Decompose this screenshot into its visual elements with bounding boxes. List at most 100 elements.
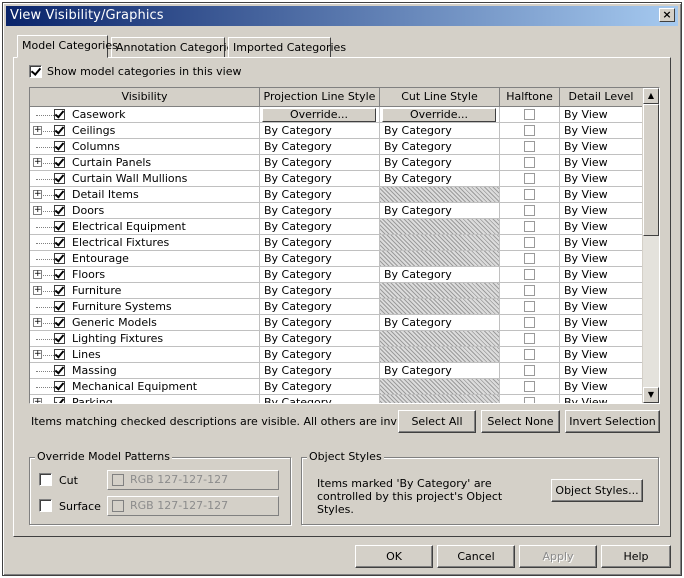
- projection-line-style-cell[interactable]: By Category: [260, 155, 380, 171]
- visibility-checkbox[interactable]: [54, 269, 65, 280]
- apply-button[interactable]: Apply: [519, 545, 597, 568]
- visibility-checkbox[interactable]: [54, 237, 65, 248]
- visibility-checkbox[interactable]: [54, 285, 65, 296]
- halftone-checkbox[interactable]: [524, 109, 535, 120]
- cut-line-style-cell[interactable]: By Category: [380, 267, 500, 283]
- column-header-visibility[interactable]: Visibility: [30, 88, 260, 107]
- category-row[interactable]: Furniture Systems By Category By View: [30, 299, 643, 315]
- expand-plus-icon[interactable]: +: [33, 158, 42, 167]
- cut-line-style-cell[interactable]: By Category: [380, 123, 500, 139]
- visibility-checkbox[interactable]: [54, 349, 65, 360]
- visibility-checkbox[interactable]: [54, 189, 65, 200]
- visibility-checkbox[interactable]: [54, 381, 65, 392]
- detail-level-cell[interactable]: By View: [560, 283, 643, 299]
- category-row[interactable]: Curtain Wall Mullions By Category By Categ…: [30, 171, 643, 187]
- cut-pattern-color[interactable]: RGB 127-127-127: [107, 470, 279, 490]
- halftone-checkbox[interactable]: [524, 301, 535, 312]
- projection-line-style-cell[interactable]: By Category: [260, 171, 380, 187]
- halftone-checkbox[interactable]: [524, 285, 535, 296]
- halftone-checkbox[interactable]: [524, 253, 535, 264]
- category-row[interactable]: Entourage By Category By View: [30, 251, 643, 267]
- projection-line-style-cell[interactable]: By Category: [260, 203, 380, 219]
- detail-level-cell[interactable]: By View: [560, 155, 643, 171]
- column-header-cut-line-style[interactable]: Cut Line Style: [380, 88, 500, 107]
- select-all-button[interactable]: Select All: [398, 410, 476, 433]
- category-row[interactable]: Electrical Equipment By Category By View: [30, 219, 643, 235]
- projection-line-style-cell[interactable]: By Category: [260, 219, 380, 235]
- halftone-checkbox[interactable]: [524, 317, 535, 328]
- detail-level-cell[interactable]: By View: [560, 379, 643, 395]
- close-button[interactable]: ×: [659, 8, 675, 22]
- visibility-checkbox[interactable]: [54, 157, 65, 168]
- detail-level-cell[interactable]: By View: [560, 203, 643, 219]
- category-row[interactable]: + Floors By Category By Category By View: [30, 267, 643, 283]
- halftone-checkbox[interactable]: [524, 333, 535, 344]
- visibility-checkbox[interactable]: [54, 397, 65, 403]
- halftone-checkbox[interactable]: [524, 189, 535, 200]
- category-row[interactable]: Lighting Fixtures By Category By View: [30, 331, 643, 347]
- halftone-checkbox[interactable]: [524, 173, 535, 184]
- visibility-checkbox[interactable]: [54, 365, 65, 376]
- expand-plus-icon[interactable]: +: [33, 126, 42, 135]
- select-none-button[interactable]: Select None: [481, 410, 560, 433]
- projection-line-style-cell[interactable]: By Category: [260, 315, 380, 331]
- visibility-checkbox[interactable]: [54, 205, 65, 216]
- projection-line-style-cell[interactable]: By Category: [260, 251, 380, 267]
- detail-level-cell[interactable]: By View: [560, 267, 643, 283]
- projection-line-style-cell[interactable]: By Category: [260, 139, 380, 155]
- detail-level-cell[interactable]: By View: [560, 315, 643, 331]
- category-row[interactable]: Electrical Fixtures By Category By View: [30, 235, 643, 251]
- visibility-checkbox[interactable]: [54, 333, 65, 344]
- detail-level-cell[interactable]: By View: [560, 139, 643, 155]
- detail-level-cell[interactable]: By View: [560, 331, 643, 347]
- expand-plus-icon[interactable]: +: [33, 206, 42, 215]
- halftone-checkbox[interactable]: [524, 157, 535, 168]
- cut-line-style-cell[interactable]: By Category: [380, 363, 500, 379]
- projection-override-button[interactable]: Override...: [262, 108, 376, 122]
- visibility-checkbox[interactable]: [54, 125, 65, 136]
- detail-level-cell[interactable]: By View: [560, 299, 643, 315]
- show-categories-checkbox[interactable]: [29, 65, 42, 78]
- visibility-checkbox[interactable]: [54, 253, 65, 264]
- cut-line-style-cell[interactable]: By Category: [380, 139, 500, 155]
- cancel-button[interactable]: Cancel: [437, 545, 515, 568]
- halftone-checkbox[interactable]: [524, 237, 535, 248]
- projection-line-style-cell[interactable]: By Category: [260, 379, 380, 395]
- projection-line-style-cell[interactable]: By Category: [260, 299, 380, 315]
- detail-level-cell[interactable]: By View: [560, 187, 643, 203]
- expand-plus-icon[interactable]: +: [33, 270, 42, 279]
- projection-line-style-cell[interactable]: By Category: [260, 283, 380, 299]
- scroll-up-arrow-icon[interactable]: ▲: [643, 88, 659, 104]
- tab-model-categories[interactable]: Model Categories: [17, 35, 118, 58]
- override-surface-checkbox[interactable]: [39, 499, 52, 512]
- tab-annotation-categories[interactable]: Annotation Categories: [111, 37, 239, 58]
- category-row[interactable]: Mechanical Equipment By Category By View: [30, 379, 643, 395]
- projection-line-style-cell[interactable]: By Category: [260, 347, 380, 363]
- help-button[interactable]: Help: [601, 545, 671, 568]
- category-row[interactable]: + Doors By Category By Category By View: [30, 203, 643, 219]
- cut-line-style-cell[interactable]: Override...: [380, 107, 500, 123]
- visibility-checkbox[interactable]: [54, 317, 65, 328]
- visibility-checkbox[interactable]: [54, 109, 65, 120]
- detail-level-cell[interactable]: By View: [560, 347, 643, 363]
- tab-imported-categories[interactable]: Imported Categories: [228, 37, 346, 58]
- visibility-checkbox[interactable]: [54, 301, 65, 312]
- object-styles-button[interactable]: Object Styles...: [551, 479, 643, 502]
- halftone-checkbox[interactable]: [524, 269, 535, 280]
- visibility-checkbox[interactable]: [54, 221, 65, 232]
- projection-line-style-cell[interactable]: By Category: [260, 187, 380, 203]
- surface-pattern-color[interactable]: RGB 127-127-127: [107, 496, 279, 516]
- expand-plus-icon[interactable]: +: [33, 350, 42, 359]
- column-header-projection-line-style[interactable]: Projection Line Style: [260, 88, 380, 107]
- halftone-checkbox[interactable]: [524, 221, 535, 232]
- expand-plus-icon[interactable]: +: [33, 190, 42, 199]
- projection-line-style-cell[interactable]: By Category: [260, 395, 380, 403]
- category-row[interactable]: Columns By Category By Category By View: [30, 139, 643, 155]
- expand-plus-icon[interactable]: +: [33, 398, 42, 403]
- halftone-checkbox[interactable]: [524, 381, 535, 392]
- category-row[interactable]: + Lines By Category By View: [30, 347, 643, 363]
- scroll-thumb[interactable]: [643, 104, 659, 236]
- projection-line-style-cell[interactable]: By Category: [260, 267, 380, 283]
- override-cut-checkbox[interactable]: [39, 473, 52, 486]
- halftone-checkbox[interactable]: [524, 349, 535, 360]
